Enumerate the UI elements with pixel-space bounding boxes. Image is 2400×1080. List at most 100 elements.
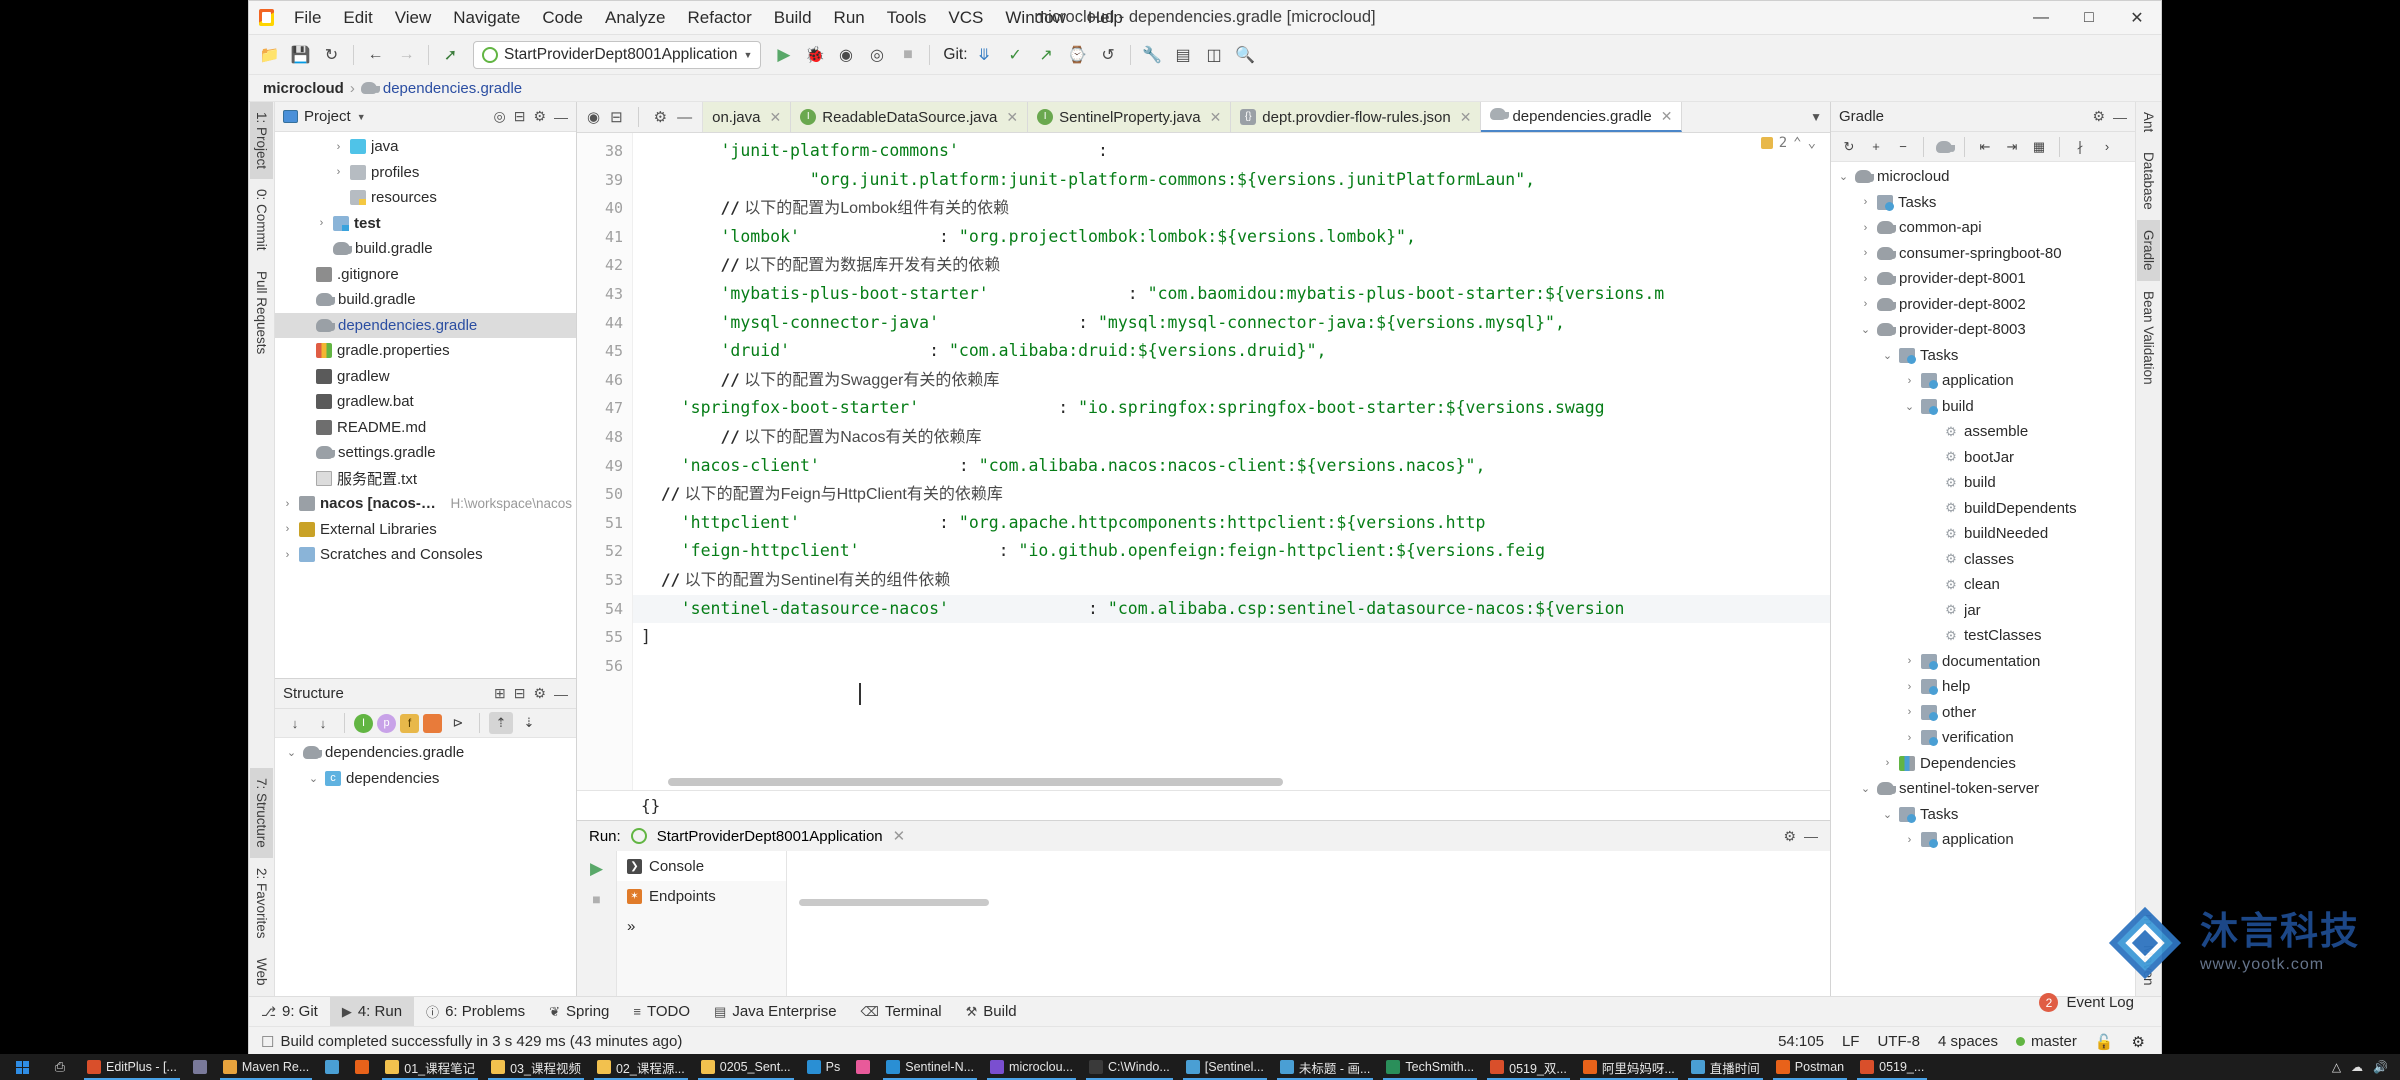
tray-network-icon[interactable]: ☁ [2351,1060,2363,1074]
gear-icon[interactable]: ⚙ [533,108,546,125]
show-inherited-icon[interactable]: I [354,713,373,733]
tree-row[interactable]: dependencies.gradle [275,312,576,338]
tool-tab-java-enterprise[interactable]: ▤ Java Enterprise [702,997,849,1026]
editor-tab-sentinelproperty-java[interactable]: I SentinelProperty.java ✕ [1028,102,1232,132]
close-button[interactable]: ✕ [2113,1,2161,34]
file-encoding[interactable]: UTF-8 [1877,1033,1920,1050]
tree-row[interactable]: ⚙ build [1831,470,2135,496]
taskbar-item[interactable] [186,1054,214,1080]
editor-horizontal-scrollbar[interactable] [633,778,1814,790]
tree-row[interactable]: › java [275,134,576,160]
taskbar-item[interactable]: 阿里妈妈呀... [1576,1054,1682,1080]
git-update-icon[interactable]: ⤋ [970,41,999,69]
scroll-from-source-icon[interactable]: ⇡ [489,712,513,734]
tree-row[interactable]: › other [1831,700,2135,726]
tree-row[interactable]: ⌄ build [1831,394,2135,420]
code-line[interactable]: 'nacos-client' : "com.alibaba.nacos:naco… [633,452,1830,481]
gradle-tree[interactable]: ⌄ microcloud › Tasks › common-api › consumer-sp… [1831,162,2135,996]
hide-icon[interactable]: — [1804,828,1818,844]
tree-row[interactable]: › Dependencies [1831,751,2135,777]
chevron-right-icon[interactable]: › [1903,655,1916,667]
menu-edit[interactable]: Edit [332,1,383,35]
taskbar-item[interactable] [849,1054,877,1080]
tree-row[interactable]: 服务配置.txt [275,466,576,492]
menu-navigate[interactable]: Navigate [442,1,531,35]
code-line[interactable]: 'druid' : "com.alibaba:druid:${versions.… [633,337,1830,366]
tree-row[interactable]: ⌄ Tasks [1831,802,2135,828]
forward-arrow-icon[interactable]: → [392,41,421,69]
taskbar-item[interactable]: 01_课程笔记 [378,1054,482,1080]
rail-tab-7-structure[interactable]: 7: Structure [250,768,273,858]
sort-by-visibility-icon[interactable]: ↓ [283,712,307,734]
git-branch[interactable]: master [2016,1033,2077,1050]
gear-icon[interactable]: ⚙ [654,108,667,126]
tree-row[interactable]: README.md [275,415,576,441]
code-line[interactable]: 'mysql-connector-java' : "mysql:mysql-co… [633,309,1830,338]
chevron-right-icon[interactable]: › [1859,298,1872,310]
tree-row[interactable]: ⌄ dependencies.gradle [275,740,576,766]
run-icon[interactable]: ▶ [769,41,798,69]
tree-row[interactable]: .gitignore [275,262,576,288]
coverage-icon[interactable]: ◉ [831,41,860,69]
editor-tab-dept-provdier-flow-rules-json[interactable]: {} dept.provdier-flow-rules.json ✕ [1231,102,1482,132]
code-line[interactable]: // 以下的配置为Nacos有关的依赖库 [633,423,1830,452]
console-scrollbar[interactable] [799,899,989,906]
chevron-right-icon[interactable]: › [1859,222,1872,234]
tree-row[interactable]: ⚙ jar [1831,598,2135,624]
tree-row[interactable]: build.gradle [275,287,576,313]
layout-icon[interactable]: ◫ [1200,41,1229,69]
toggle-offline-icon[interactable]: ∤ [2068,136,2092,158]
tree-row[interactable]: › test [275,211,576,237]
editor-tab-dependencies-gradle[interactable]: dependencies.gradle ✕ [1481,102,1683,132]
code-line[interactable]: // 以下的配置为数据库开发有关的依赖 [633,251,1830,280]
chevron-right-icon[interactable]: › [281,549,294,561]
code-line[interactable]: 'sentinel-datasource-nacos' : "com.aliba… [633,594,1830,624]
rail-tab-bean-validation[interactable]: Bean Validation [2137,281,2160,395]
run-tab-endpoints[interactable]: ✶ Endpoints [617,881,786,911]
open-folder-icon[interactable]: 📁 [255,41,284,69]
run-console-output[interactable] [787,851,1830,996]
chevron-down-icon[interactable]: ⌄ [1859,782,1872,795]
task-view-icon[interactable]: ⎙ [42,1054,78,1080]
chevron-right-icon[interactable]: › [1859,247,1872,259]
chevron-right-icon[interactable]: › [1903,375,1916,387]
rail-tab-0-commit[interactable]: 0: Commit [250,179,273,261]
menu-analyze[interactable]: Analyze [594,1,676,35]
code-line[interactable]: 'httpclient' : "org.apache.httpcomponent… [633,509,1830,538]
code-line[interactable] [633,652,1830,681]
refresh-icon[interactable]: ↻ [1837,136,1861,158]
expand-all-icon[interactable]: ⊞ [494,685,506,702]
minimize-button[interactable]: — [2017,1,2065,34]
tree-row[interactable]: resources [275,185,576,211]
rail-tab-pull-requests[interactable]: Pull Requests [250,261,273,364]
tool-tab-terminal[interactable]: ⌫ Terminal [849,997,954,1026]
taskbar-item[interactable]: 0519_... [1853,1054,1931,1080]
code-line[interactable]: 'junit-platform-commons' : [633,137,1830,166]
gear-icon[interactable]: ⚙ [2092,108,2105,125]
rail-tab-web[interactable]: Web [250,948,273,996]
chevron-right-icon[interactable]: › [1859,196,1872,208]
chevron-down-icon[interactable]: ⌄ [1859,323,1872,336]
chevron-down-icon[interactable]: ⌄ [285,746,298,759]
chevron-right-icon[interactable]: › [1903,732,1916,744]
close-icon[interactable]: ✕ [893,827,906,845]
breadcrumb-root[interactable]: microcloud [263,80,344,97]
tool-tab-4-run[interactable]: ▶ 4: Run [329,997,415,1026]
tray-volume-icon[interactable]: 🔊 [2373,1060,2388,1074]
show-non-public-icon[interactable] [423,713,442,733]
taskbar-item[interactable]: C:\Windo... [1082,1054,1177,1080]
collapse-all-icon[interactable]: ⇥ [2000,136,2024,158]
locate-icon[interactable]: ◎ [493,108,505,125]
breadcrumb-file[interactable]: dependencies.gradle [383,80,522,97]
tree-row[interactable]: › consumer-springboot-80 [1831,241,2135,267]
code-line[interactable]: 'springfox-boot-starter' : "io.springfox… [633,394,1830,423]
menu-tools[interactable]: Tools [876,1,938,35]
chevron-down-icon[interactable]: ⌄ [1881,808,1894,821]
gear-icon[interactable]: ⚙ [533,685,546,702]
tool-tab-9-git[interactable]: ⎇ 9: Git [249,997,330,1026]
rail-tab-1-project[interactable]: 1: Project [250,102,273,180]
tree-row[interactable]: › help [1831,674,2135,700]
taskbar-item[interactable]: 直播时间 [1684,1054,1767,1080]
run-panel-tabs[interactable]: ❯ Console ✶ Endpoints » [617,851,787,996]
collapse-icon[interactable]: ⊟ [610,108,623,126]
